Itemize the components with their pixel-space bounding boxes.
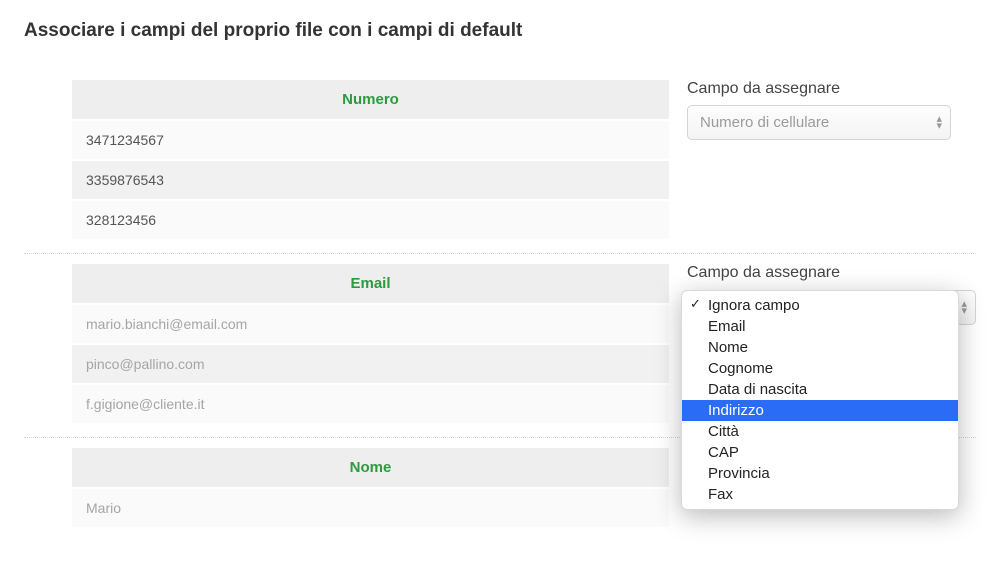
field-select-dropdown[interactable]: Ignora campo Email Nome Cognome Data di … bbox=[681, 290, 959, 510]
dropdown-option[interactable]: Provincia bbox=[682, 463, 958, 484]
dropdown-option[interactable]: CAP bbox=[682, 442, 958, 463]
mapping-section-numero: Numero 3471234567 3359876543 328123456 C… bbox=[24, 70, 976, 253]
dropdown-option[interactable]: Indirizzo bbox=[682, 400, 958, 421]
dropdown-option[interactable]: Cognome bbox=[682, 358, 958, 379]
select-value: Numero di cellulare bbox=[700, 114, 829, 131]
table-row: 328123456 bbox=[72, 200, 669, 239]
assign-label: Campo da assegnare bbox=[687, 264, 976, 282]
dropdown-option[interactable]: Ignora campo bbox=[682, 295, 958, 316]
column-header: Numero bbox=[72, 80, 669, 120]
assign-label: Campo da assegnare bbox=[687, 80, 976, 98]
preview-table-nome: Nome Mario bbox=[72, 448, 669, 527]
table-row: f.gigione@cliente.it bbox=[72, 384, 669, 423]
mapping-section-email: Email mario.bianchi@email.com pinco@pall… bbox=[24, 253, 976, 437]
table-row: 3471234567 bbox=[72, 120, 669, 160]
chevron-updown-icon: ▴▾ bbox=[961, 301, 967, 315]
preview-table-numero: Numero 3471234567 3359876543 328123456 bbox=[72, 80, 669, 239]
table-row: 3359876543 bbox=[72, 160, 669, 200]
dropdown-option[interactable]: Nome bbox=[682, 337, 958, 358]
field-select-numero[interactable]: Numero di cellulare ▴▾ bbox=[687, 105, 951, 140]
table-row: Mario bbox=[72, 488, 669, 527]
table-row: pinco@pallino.com bbox=[72, 344, 669, 384]
dropdown-option[interactable]: Email bbox=[682, 316, 958, 337]
column-header: Nome bbox=[72, 448, 669, 488]
preview-table-email: Email mario.bianchi@email.com pinco@pall… bbox=[72, 264, 669, 423]
chevron-updown-icon: ▴▾ bbox=[936, 116, 942, 130]
dropdown-option[interactable]: Data di nascita bbox=[682, 379, 958, 400]
dropdown-option[interactable]: Città bbox=[682, 421, 958, 442]
dropdown-option[interactable]: Fax bbox=[682, 484, 958, 505]
table-row: mario.bianchi@email.com bbox=[72, 304, 669, 344]
column-header: Email bbox=[72, 264, 669, 304]
page-title: Associare i campi del proprio file con i… bbox=[24, 20, 976, 42]
